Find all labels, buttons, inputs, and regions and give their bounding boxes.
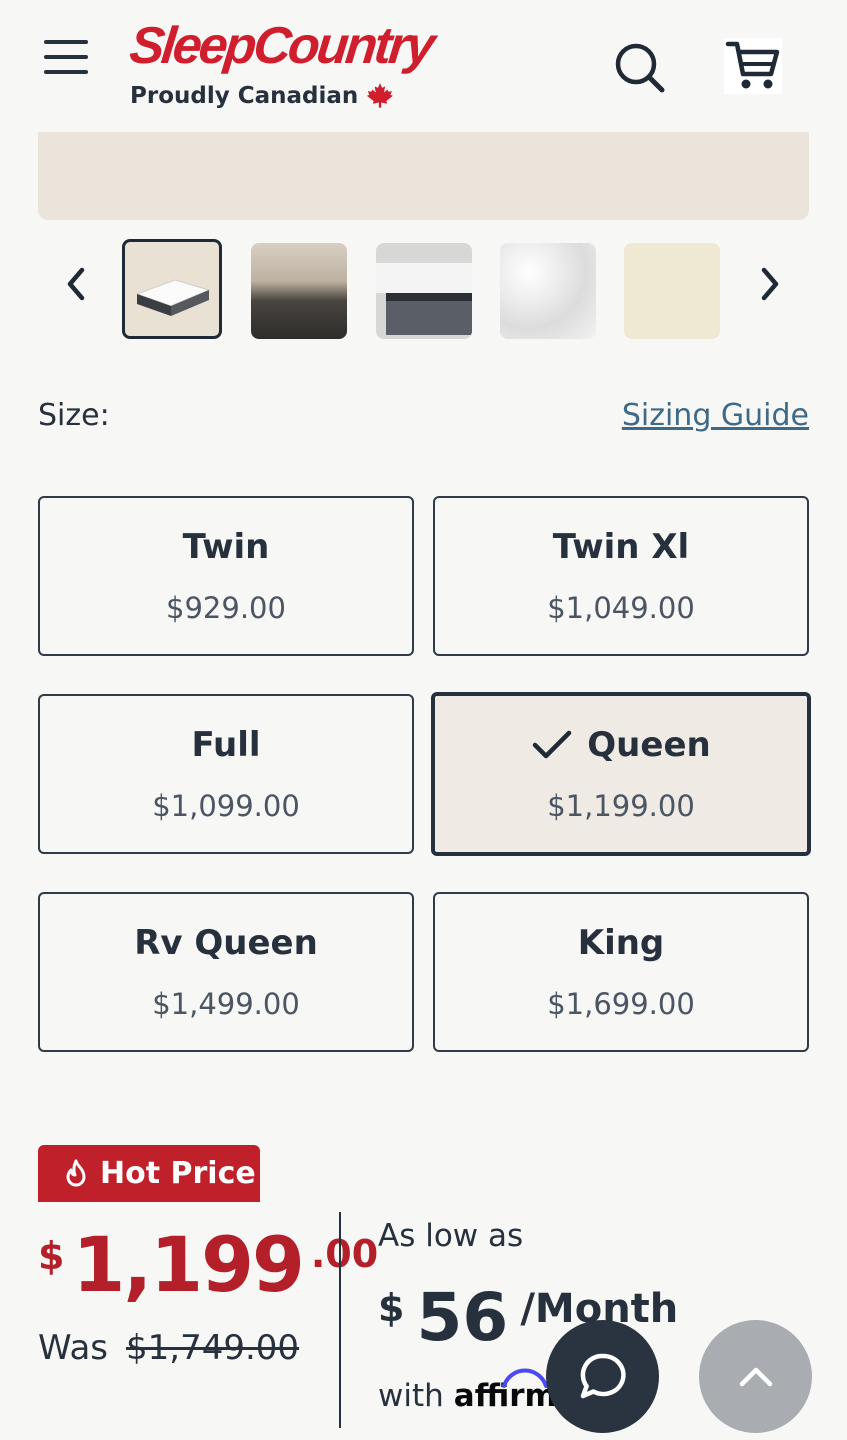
size-option-king[interactable]: King $1,699.00 (433, 892, 809, 1052)
thumbnail-1[interactable] (122, 239, 222, 339)
cart-icon[interactable] (724, 38, 782, 94)
size-option-name: Full (191, 725, 261, 765)
thumbnail-4[interactable] (500, 243, 596, 339)
sizing-guide-link[interactable]: Sizing Guide (622, 398, 809, 433)
size-option-name: King (577, 923, 665, 963)
affirm-logo: affirm (454, 1368, 557, 1414)
menu-icon[interactable] (44, 40, 88, 76)
price-currency: $ (38, 1234, 65, 1278)
current-price: $ 1,199 .00 (38, 1220, 378, 1310)
size-option-name: Queen (587, 725, 711, 765)
chevron-right-icon[interactable] (752, 262, 788, 306)
size-option-queen[interactable]: Queen $1,199.00 (431, 692, 811, 856)
size-option-name: Twin (182, 527, 270, 567)
thumbnail-5[interactable] (624, 243, 720, 339)
financing-intro: As low as (378, 1218, 524, 1254)
size-option-price: $929.00 (166, 591, 286, 625)
brand-name: SleepCountry (126, 17, 436, 75)
scroll-to-top-button[interactable] (699, 1320, 812, 1433)
affirm-financing[interactable]: with affirm (378, 1368, 557, 1414)
size-option-price: $1,049.00 (547, 591, 695, 625)
maple-leaf-icon (367, 83, 394, 108)
size-option-price: $1,699.00 (547, 987, 695, 1021)
logo[interactable]: SleepCountry Proudly Canadian (126, 16, 450, 116)
price-cents: .00 (310, 1232, 379, 1276)
chevron-up-icon (739, 1367, 772, 1386)
chat-button[interactable] (546, 1320, 659, 1433)
product-main-image[interactable] (38, 132, 809, 220)
was-amount: $1,749.00 (126, 1328, 300, 1368)
with-label: with (378, 1378, 444, 1414)
flame-icon (66, 1159, 86, 1186)
size-option-twin-xl[interactable]: Twin Xl $1,049.00 (433, 496, 809, 656)
size-option-full[interactable]: Full $1,099.00 (38, 694, 414, 854)
hot-price-label: Hot Price (100, 1156, 256, 1191)
size-option-name: Rv Queen (134, 923, 318, 963)
size-option-price: $1,199.00 (547, 789, 695, 823)
monthly-currency: $ (378, 1286, 405, 1330)
search-icon[interactable] (612, 40, 666, 94)
size-option-twin[interactable]: Twin $929.00 (38, 496, 414, 656)
thumbnail-2[interactable] (251, 243, 347, 339)
size-option-name: Twin Xl (552, 527, 690, 567)
price-whole: 1,199 (72, 1220, 304, 1309)
checkmark-icon (533, 730, 572, 759)
chevron-left-icon[interactable] (58, 262, 94, 306)
tagline: Proudly Canadian (130, 83, 359, 109)
was-price: Was $1,749.00 (38, 1328, 299, 1368)
monthly-amount: 56 (416, 1279, 509, 1356)
size-label: Size: (38, 398, 110, 433)
thumbnail-3[interactable] (376, 243, 472, 339)
hot-price-badge: Hot Price (38, 1145, 260, 1202)
price-divider (339, 1212, 341, 1428)
was-label: Was (38, 1328, 108, 1368)
chat-bubble-icon (580, 1353, 626, 1398)
size-option-rv-queen[interactable]: Rv Queen $1,499.00 (38, 892, 414, 1052)
size-option-price: $1,099.00 (152, 789, 300, 823)
size-option-price: $1,499.00 (152, 987, 300, 1021)
